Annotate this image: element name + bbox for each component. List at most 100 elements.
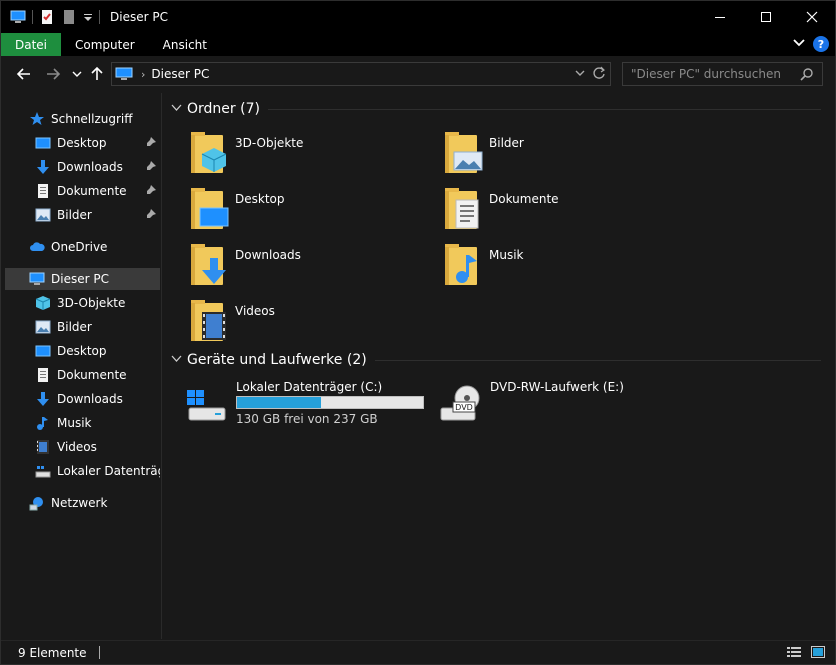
folder-tile-downloads[interactable]: Downloads (189, 243, 429, 293)
view-switcher (787, 646, 825, 658)
nav-pc-desktop[interactable]: Desktop (35, 340, 160, 362)
address-row: › Dieser PC "Dieser PC" durchsuchen (1, 56, 835, 92)
nav-pc-downloads[interactable]: Downloads (35, 388, 160, 410)
folder-tile-music[interactable]: Musik (443, 243, 683, 293)
address-bar[interactable]: › Dieser PC (111, 62, 611, 86)
this-pc-icon[interactable] (10, 9, 26, 25)
help-button[interactable]: ? (813, 36, 829, 52)
group-header-drives[interactable]: Geräte und Laufwerke (2) (171, 352, 821, 368)
nav-onedrive[interactable]: OneDrive (29, 236, 160, 258)
folder-tile-3d-objects[interactable]: 3D-Objekte (189, 131, 429, 181)
pane-divider[interactable] (161, 93, 162, 639)
quick-access-toolbar (1, 1, 106, 33)
pin-icon[interactable] (146, 184, 156, 198)
hard-drive-icon (185, 388, 229, 424)
drive-e-info: DVD-RW-Laufwerk (E:) (490, 380, 624, 394)
nav-quick-desktop[interactable]: Desktop (35, 132, 160, 154)
folder-documents-icon (443, 187, 483, 233)
music-note-icon (35, 415, 51, 431)
up-button[interactable] (88, 65, 106, 83)
nav-this-pc[interactable]: Dieser PC (5, 268, 160, 290)
folder-tile-pictures[interactable]: Bilder (443, 131, 683, 181)
nav-label: Downloads (57, 392, 123, 406)
nav-quick-access[interactable]: Schnellzugriff (29, 108, 160, 130)
status-bar: 9 Elemente (1, 640, 835, 664)
nav-pc-3d-objects[interactable]: 3D-Objekte (35, 292, 160, 314)
breadcrumb-separator[interactable]: › (141, 68, 145, 81)
expand-ribbon-icon[interactable] (793, 37, 805, 51)
tile-label: Bilder (489, 136, 524, 150)
refresh-icon[interactable] (592, 66, 606, 83)
nav-label: Lokaler Datenträger (57, 464, 160, 478)
group-header-folders[interactable]: Ordner (7) (171, 101, 821, 117)
content-area: Ordner (7) 3D-Objekte Bilder Desktop Dok… (163, 93, 835, 639)
chevron-down-icon[interactable] (171, 104, 183, 115)
status-separator (98, 646, 100, 659)
nav-pc-videos[interactable]: Videos (35, 436, 160, 458)
new-folder-icon[interactable] (61, 9, 77, 25)
disk-usage-bar (236, 396, 424, 409)
group-divider (374, 359, 821, 361)
recent-locations-button[interactable] (68, 65, 86, 83)
this-pc-icon (115, 67, 133, 81)
close-button[interactable] (789, 1, 835, 33)
address-history-icon[interactable] (574, 66, 586, 83)
customize-qat-icon[interactable] (83, 9, 93, 25)
nav-pc-documents[interactable]: Dokumente (35, 364, 160, 386)
nav-label: 3D-Objekte (57, 296, 126, 310)
search-icon[interactable] (800, 67, 814, 84)
nav-pc-pictures[interactable]: Bilder (35, 316, 160, 338)
large-icons-view-icon[interactable] (811, 646, 825, 658)
download-arrow-icon (35, 391, 51, 407)
nav-quick-documents[interactable]: Dokumente (35, 180, 160, 202)
desktop-icon (35, 135, 51, 151)
folder-desktop-icon (189, 187, 229, 233)
film-icon (35, 439, 51, 455)
minimize-button[interactable] (697, 1, 743, 33)
pin-icon[interactable] (146, 208, 156, 222)
nav-quick-pictures[interactable]: Bilder (35, 204, 160, 226)
nav-pc-music[interactable]: Musik (35, 412, 160, 434)
search-input[interactable]: "Dieser PC" durchsuchen (622, 62, 823, 86)
breadcrumb-this-pc[interactable]: Dieser PC (151, 67, 209, 81)
folder-tile-documents[interactable]: Dokumente (443, 187, 683, 237)
forward-button[interactable] (44, 65, 62, 83)
tile-label: 3D-Objekte (235, 136, 304, 150)
desktop-icon (35, 343, 51, 359)
folder-music-icon (443, 243, 483, 289)
drive-tile-e[interactable]: DVD DVD-RW-Laufwerk (E:) (439, 378, 689, 426)
nav-quick-downloads[interactable]: Downloads (35, 156, 160, 178)
maximize-button[interactable] (743, 1, 789, 33)
properties-icon[interactable] (39, 9, 55, 25)
drive-icon (35, 463, 51, 479)
pin-icon[interactable] (146, 136, 156, 150)
nav-label: Desktop (57, 136, 107, 150)
tile-label: Videos (235, 304, 275, 318)
folder-videos-icon (189, 299, 229, 345)
drive-tile-c[interactable]: Lokaler Datenträger (C:) 130 GB frei von… (185, 378, 435, 426)
chevron-down-icon[interactable] (171, 355, 183, 366)
cube-icon (35, 295, 51, 311)
drive-c-label: Lokaler Datenträger (C:) (236, 380, 383, 394)
folder-3d-objects-icon (189, 131, 229, 177)
folder-tile-desktop[interactable]: Desktop (189, 187, 429, 237)
nav-label: Bilder (57, 208, 92, 222)
nav-network[interactable]: Netzwerk (29, 492, 160, 514)
item-count: 9 Elemente (18, 645, 87, 660)
window-controls (697, 1, 835, 33)
tile-label: Desktop (235, 192, 285, 206)
title-bar: Dieser PC (1, 1, 835, 33)
details-view-icon[interactable] (787, 646, 801, 658)
toolbar-separator (99, 10, 100, 24)
folder-tile-videos[interactable]: Videos (189, 299, 429, 349)
group-divider (267, 108, 821, 110)
tab-datei[interactable]: Datei (1, 33, 62, 56)
explorer-window: Dieser PC Datei Computer Ansicht ? › Die… (0, 0, 836, 665)
tab-computer[interactable]: Computer (61, 33, 149, 56)
nav-pc-local-disk[interactable]: Lokaler Datenträger (35, 460, 160, 482)
download-arrow-icon (35, 159, 51, 175)
pin-icon[interactable] (146, 160, 156, 174)
nav-label: Dieser PC (51, 272, 109, 286)
tab-ansicht[interactable]: Ansicht (149, 33, 221, 56)
back-button[interactable] (15, 65, 33, 83)
